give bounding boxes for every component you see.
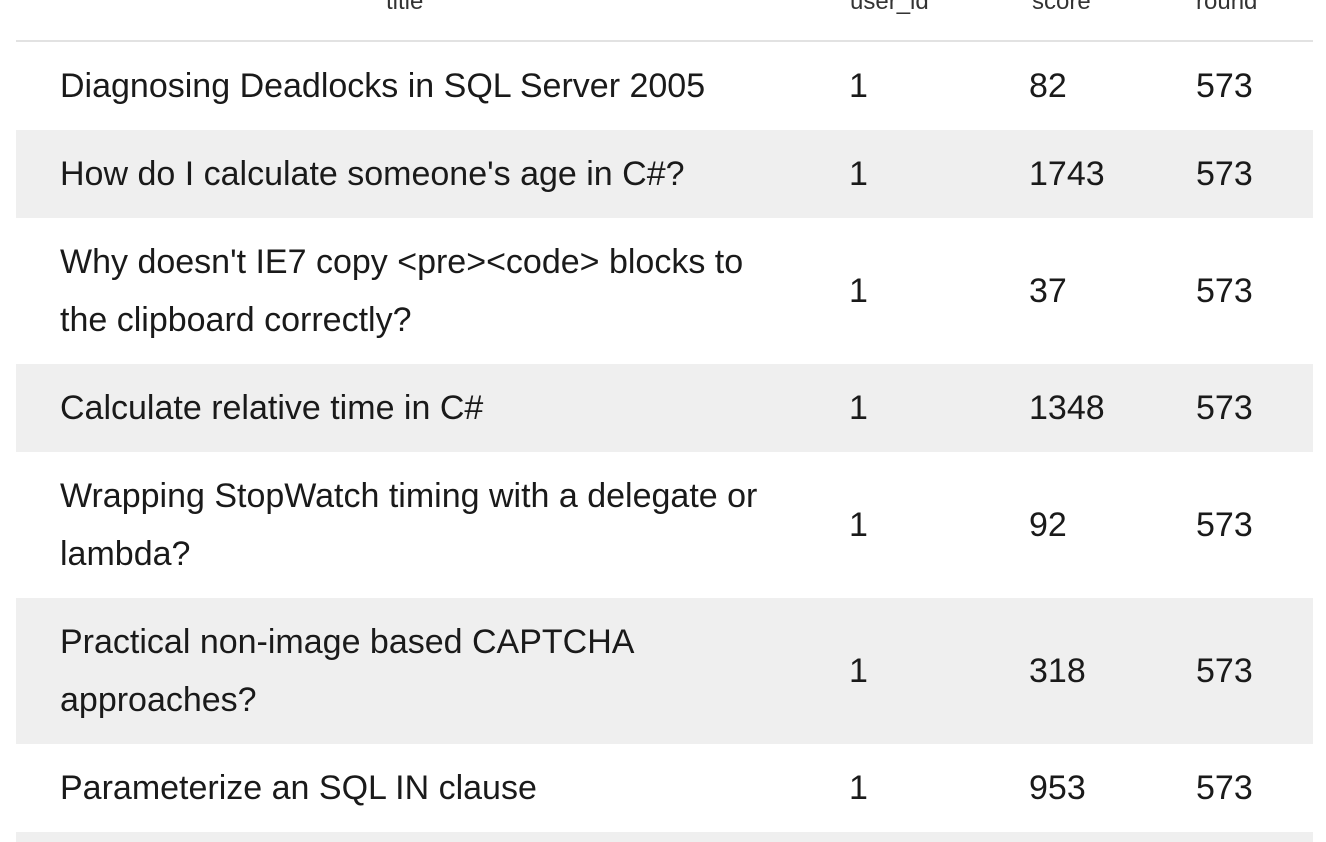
cell-title: Diagnosing Deadlocks in SQL Server 2005 (60, 67, 706, 105)
cell-user-id: 1 (849, 67, 868, 105)
cell-user-id: 1 (849, 272, 868, 310)
cell-title: Why doesn't IE7 copy <pre><code> blocks … (60, 243, 744, 339)
cell-user-id: 1 (849, 769, 868, 807)
table-row[interactable]: How do I calculate someone's age in C#? … (16, 130, 1313, 218)
cell-score: 318 (1029, 652, 1086, 690)
cell-title: Practical non-image based CAPTCHA approa… (60, 623, 633, 719)
table-header: title user_id score round (16, 0, 1313, 42)
cell-score: 953 (1029, 769, 1086, 807)
column-header-round[interactable]: round (1196, 0, 1257, 14)
table-row[interactable]: Practical non-image based CAPTCHA approa… (16, 598, 1313, 744)
cell-round: 573 (1196, 272, 1253, 310)
results-table: title user_id score round Diagnosing Dea… (16, 0, 1313, 842)
next-row-edge (16, 832, 1313, 842)
cell-round: 573 (1196, 155, 1253, 193)
cell-round: 573 (1196, 769, 1253, 807)
cell-round: 573 (1196, 506, 1253, 544)
column-header-user-id[interactable]: user_id (850, 0, 929, 14)
cell-score: 92 (1029, 506, 1067, 544)
cell-score: 1348 (1029, 389, 1105, 427)
cell-score: 1743 (1029, 155, 1105, 193)
cell-user-id: 1 (849, 389, 868, 427)
cell-score: 82 (1029, 67, 1067, 105)
cell-title: Calculate relative time in C# (60, 389, 484, 427)
cell-title: How do I calculate someone's age in C#? (60, 155, 685, 193)
cell-user-id: 1 (849, 506, 868, 544)
table-row[interactable]: Wrapping StopWatch timing with a delegat… (16, 452, 1313, 598)
column-header-title[interactable]: title (386, 0, 423, 14)
cell-user-id: 1 (849, 155, 868, 193)
cell-round: 573 (1196, 652, 1253, 690)
table-row[interactable]: Why doesn't IE7 copy <pre><code> blocks … (16, 218, 1313, 364)
cell-title: Wrapping StopWatch timing with a delegat… (60, 477, 758, 573)
cell-user-id: 1 (849, 652, 868, 690)
table-row[interactable]: Parameterize an SQL IN clause 1 953 573 (16, 744, 1313, 832)
column-header-score[interactable]: score (1032, 0, 1091, 14)
cell-round: 573 (1196, 389, 1253, 427)
cell-score: 37 (1029, 272, 1067, 310)
table-row[interactable]: Calculate relative time in C# 1 1348 573 (16, 364, 1313, 452)
table-row[interactable]: Diagnosing Deadlocks in SQL Server 2005 … (16, 42, 1313, 130)
cell-title: Parameterize an SQL IN clause (60, 769, 537, 807)
cell-round: 573 (1196, 67, 1253, 105)
